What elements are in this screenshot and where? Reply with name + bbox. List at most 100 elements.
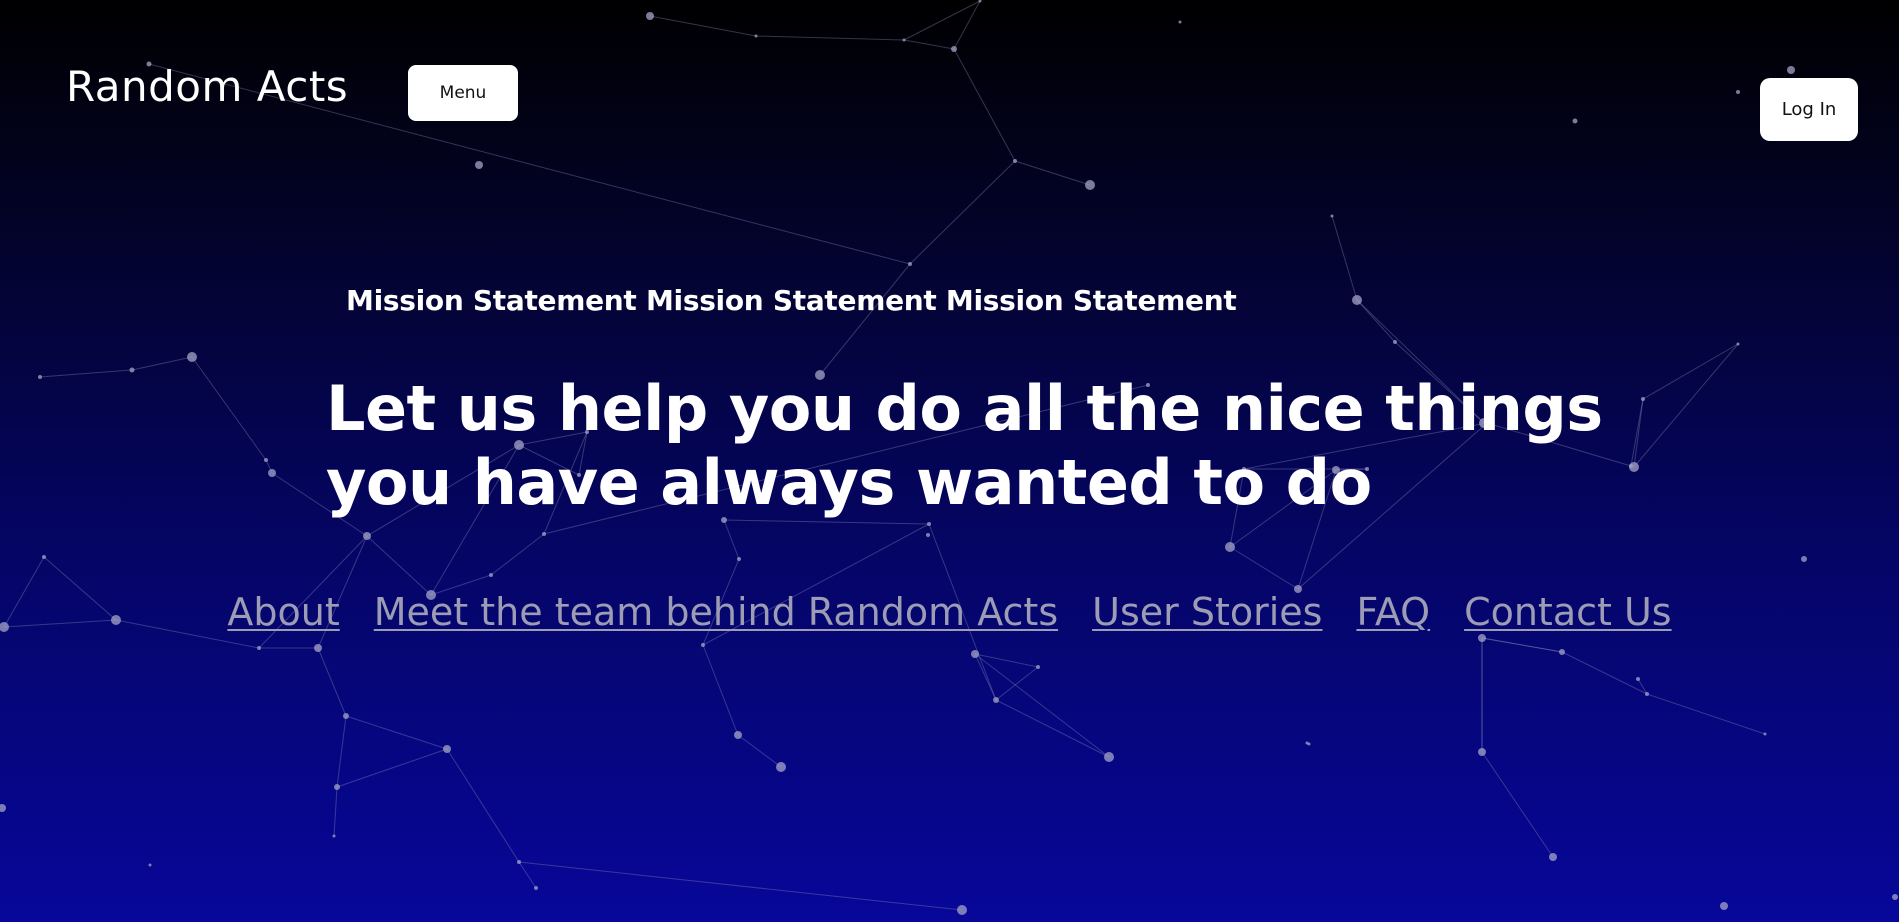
particle-link xyxy=(1646,693,1766,735)
particle-dot xyxy=(363,532,371,540)
particle-link xyxy=(345,715,448,750)
particle-link xyxy=(974,653,1039,668)
particle-link xyxy=(1014,160,1091,186)
particle-dot xyxy=(1720,902,1728,910)
footer-nav: About Meet the team behind Random Acts U… xyxy=(0,590,1899,634)
nav-link-faq[interactable]: FAQ xyxy=(1356,590,1430,634)
particle-dot xyxy=(1393,340,1397,344)
particle-link xyxy=(819,263,911,376)
particle-link xyxy=(490,533,545,576)
particle-dot xyxy=(1801,556,1807,562)
particle-link xyxy=(1481,637,1563,653)
particle-dot xyxy=(927,522,931,526)
nav-link-user-stories[interactable]: User Stories xyxy=(1092,590,1322,634)
particle-dot xyxy=(1013,159,1017,163)
particle-dot xyxy=(343,713,349,719)
particle-dot xyxy=(1478,634,1486,642)
menu-button[interactable]: Menu xyxy=(408,65,518,121)
particle-link xyxy=(903,39,955,50)
particle-dot xyxy=(1892,894,1898,900)
nav-link-contact-us[interactable]: Contact Us xyxy=(1464,590,1672,634)
particle-dot xyxy=(1478,748,1486,756)
nav-link-meet-the-team[interactable]: Meet the team behind Random Acts xyxy=(374,590,1058,634)
particle-dot xyxy=(1330,214,1334,218)
particle-dot xyxy=(902,38,906,42)
particle-link xyxy=(1331,215,1358,301)
particle-dot xyxy=(542,532,546,536)
particle-link xyxy=(723,519,740,560)
particle-link xyxy=(953,48,1016,162)
particle-dot xyxy=(314,644,322,652)
particle-link xyxy=(1630,398,1644,467)
particle-dot xyxy=(1629,464,1633,468)
particle-dot xyxy=(646,12,654,20)
particle-dot xyxy=(776,762,786,772)
particle-dot xyxy=(737,557,741,561)
particle-link xyxy=(702,644,739,736)
particle-dot xyxy=(1572,118,1578,124)
particle-link xyxy=(755,35,905,41)
particle-dot xyxy=(1641,397,1645,401)
particle-link xyxy=(1642,343,1739,400)
particle-dot xyxy=(957,905,967,915)
particle-link xyxy=(336,715,347,788)
particle-dot xyxy=(129,367,135,373)
particle-dot xyxy=(42,555,46,559)
particle-dot xyxy=(1736,342,1740,346)
particle-dot xyxy=(264,458,268,462)
particle-link xyxy=(191,356,267,461)
particle-link xyxy=(1356,299,1396,343)
particle-dot xyxy=(268,469,276,477)
particle-dot xyxy=(517,860,521,864)
particle-link xyxy=(366,535,432,596)
particle-dot xyxy=(1085,180,1095,190)
particle-dot xyxy=(148,863,152,867)
particle-dot xyxy=(926,533,930,537)
particle-dot xyxy=(475,161,483,169)
particle-dot xyxy=(257,646,261,650)
particle-dot xyxy=(1645,692,1649,696)
particle-link xyxy=(518,861,963,911)
particle-dot xyxy=(754,34,758,38)
particle-link xyxy=(1561,651,1648,695)
particle-link xyxy=(131,356,193,371)
hero-headline: Let us help you do all the nice things y… xyxy=(326,372,1603,519)
particle-dot xyxy=(0,804,6,812)
particle-dot xyxy=(951,46,957,52)
login-button[interactable]: Log In xyxy=(1760,78,1858,141)
particle-link xyxy=(903,0,981,41)
particle-dot xyxy=(332,834,336,838)
particle-link xyxy=(909,160,1016,265)
particle-dot xyxy=(1636,677,1640,681)
nav-link-about[interactable]: About xyxy=(227,590,339,634)
particle-link xyxy=(737,734,782,768)
particle-dot xyxy=(1549,853,1557,861)
particle-dot xyxy=(908,262,912,266)
particle-dot xyxy=(1225,542,1235,552)
particle-link xyxy=(446,748,520,863)
particle-link xyxy=(39,369,133,378)
particle-dot xyxy=(489,573,493,577)
brand-logo-text[interactable]: Random Acts xyxy=(66,62,348,111)
particle-dot xyxy=(334,784,340,790)
particle-dot xyxy=(1763,732,1767,736)
particle-dot xyxy=(701,643,705,647)
particle-link xyxy=(723,519,930,525)
particle-link xyxy=(333,786,338,837)
particle-dot xyxy=(443,745,451,753)
particle-dot xyxy=(1352,295,1362,305)
particle-dot xyxy=(1178,20,1182,24)
particle-dot xyxy=(993,697,999,703)
particle-link xyxy=(518,861,537,889)
particle-link xyxy=(1229,546,1299,590)
particle-link xyxy=(1633,343,1739,468)
particle-link xyxy=(317,647,347,717)
particle-dot xyxy=(1104,752,1114,762)
mission-statement: Mission Statement Mission Statement Miss… xyxy=(346,284,1237,317)
particle-link xyxy=(336,748,448,788)
particle-dot xyxy=(734,731,742,739)
particle-link xyxy=(995,666,1039,701)
particle-dot xyxy=(1559,649,1565,655)
particle-link xyxy=(1481,751,1554,858)
particle-dot xyxy=(38,375,42,379)
